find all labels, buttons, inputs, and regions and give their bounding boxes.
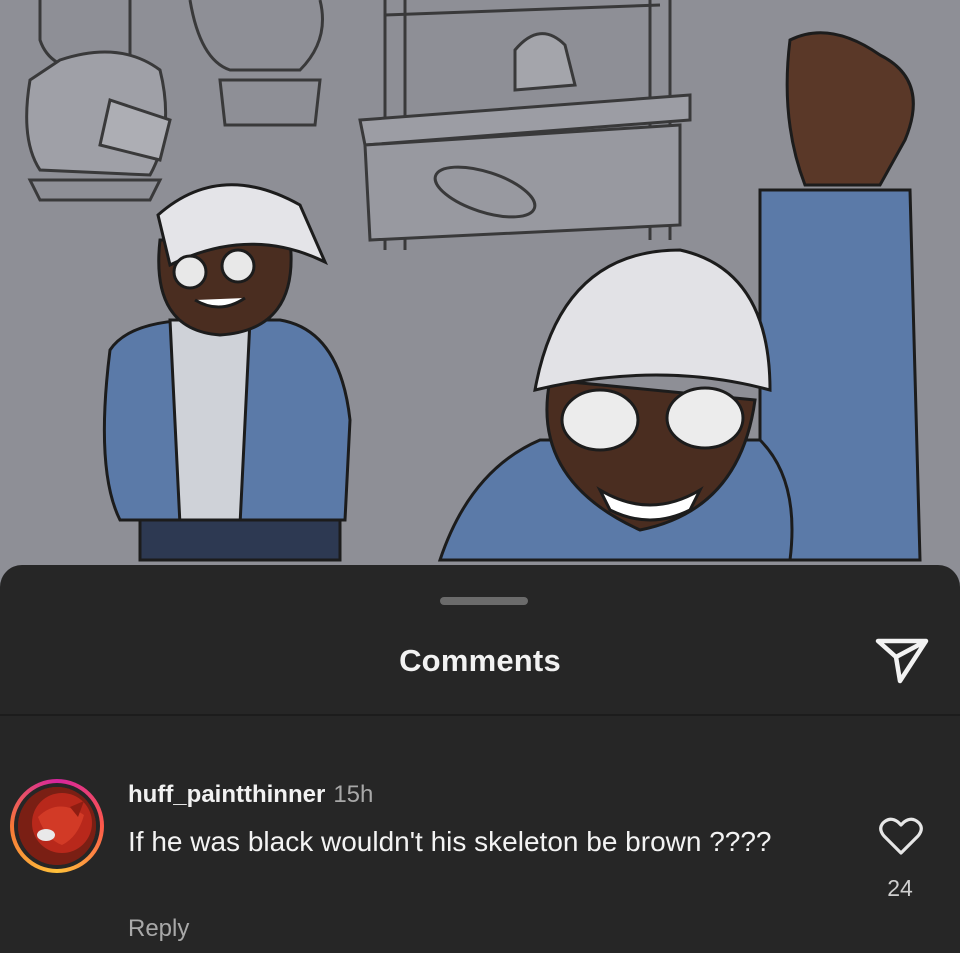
artwork-illustration (0, 0, 960, 600)
send-icon[interactable] (872, 633, 932, 689)
screen: Comments huff_paintthinner 15h If he was… (0, 0, 960, 953)
sheet-drag-handle[interactable] (440, 597, 528, 605)
sheet-title: Comments (399, 643, 561, 678)
like-count: 24 (887, 875, 913, 901)
post-artwork (0, 0, 960, 600)
comments-sheet: Comments huff_paintthinner 15h If he was… (0, 565, 960, 953)
sheet-divider (0, 714, 960, 716)
comment-item: huff_paintthinner 15h If he was black wou… (0, 775, 960, 945)
comment-header: huff_paintthinner 15h (128, 781, 373, 809)
comment-username[interactable]: huff_paintthinner (128, 781, 325, 808)
reply-button[interactable]: Reply (128, 915, 189, 943)
avatar (18, 787, 96, 865)
comment-text: If he was black wouldn't his skeleton be… (128, 826, 772, 857)
comment-timestamp: 15h (333, 781, 374, 808)
avatar-story-ring[interactable] (10, 779, 104, 873)
heart-icon[interactable] (878, 815, 924, 857)
